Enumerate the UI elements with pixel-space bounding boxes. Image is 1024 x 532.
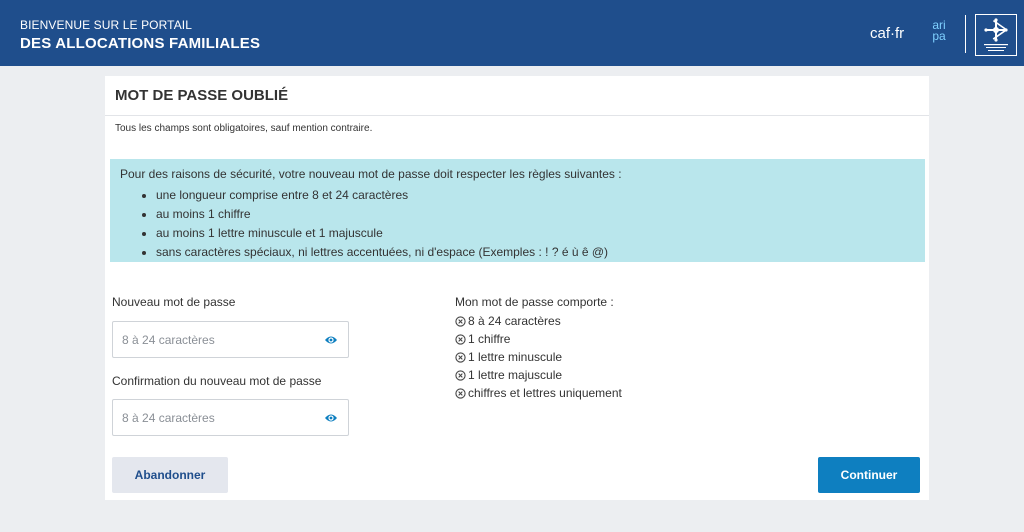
continue-button[interactable]: Continuer — [818, 457, 920, 493]
caf-logo[interactable]: caf·fr — [870, 25, 904, 42]
allocations-familiales-logo-icon[interactable] — [975, 14, 1017, 56]
checklist-title: Mon mot de passe comporte : — [455, 295, 614, 309]
header-welcome: BIENVENUE SUR LE PORTAIL — [20, 18, 193, 32]
rules-list: une longueur comprise entre 8 et 24 cara… — [142, 186, 608, 262]
rule-item: une longueur comprise entre 8 et 24 cara… — [142, 186, 608, 205]
password-checklist: 8 à 24 caractères 1 chiffre 1 lettre min… — [455, 312, 622, 402]
eye-icon[interactable] — [324, 412, 338, 424]
checklist-item-label: 1 chiffre — [468, 332, 511, 346]
new-password-input[interactable] — [114, 323, 314, 356]
circle-x-icon — [455, 333, 466, 345]
rule-item: sans caractères spéciaux, ni lettres acc… — [142, 243, 608, 262]
title-divider — [105, 115, 929, 116]
top-header: BIENVENUE SUR LE PORTAIL DES ALLOCATIONS… — [0, 0, 1024, 66]
confirm-password-label: Confirmation du nouveau mot de passe — [112, 374, 322, 388]
cancel-button[interactable]: Abandonner — [112, 457, 228, 493]
circle-x-icon — [455, 351, 466, 363]
circle-x-icon — [455, 369, 466, 381]
rules-intro: Pour des raisons de sécurité, votre nouv… — [120, 167, 622, 181]
page-title: MOT DE PASSE OUBLIÉ — [115, 87, 289, 104]
checklist-item: 8 à 24 caractères — [455, 312, 622, 330]
header-title: DES ALLOCATIONS FAMILIALES — [20, 35, 261, 52]
new-password-label: Nouveau mot de passe — [112, 295, 236, 309]
rule-item: au moins 1 chiffre — [142, 205, 608, 224]
confirm-password-field — [112, 399, 349, 436]
checklist-item: chiffres et lettres uniquement — [455, 384, 622, 402]
checklist-item-label: chiffres et lettres uniquement — [468, 386, 622, 400]
aripa-logo[interactable]: ari pa — [928, 19, 950, 43]
circle-x-icon — [455, 387, 466, 399]
checklist-item-label: 1 lettre minuscule — [468, 350, 563, 364]
checklist-item-label: 8 à 24 caractères — [468, 314, 561, 328]
checklist-item: 1 lettre minuscule — [455, 348, 622, 366]
checklist-item: 1 chiffre — [455, 330, 622, 348]
checklist-item: 1 lettre majuscule — [455, 366, 622, 384]
logo-divider — [965, 15, 966, 53]
required-fields-note: Tous les champs sont obligatoires, sauf … — [115, 123, 373, 134]
confirm-password-input[interactable] — [114, 401, 314, 434]
rule-item: au moins 1 lettre minuscule et 1 majuscu… — [142, 224, 608, 243]
new-password-field — [112, 321, 349, 358]
checklist-item-label: 1 lettre majuscule — [468, 368, 563, 382]
password-rules-info: Pour des raisons de sécurité, votre nouv… — [110, 159, 925, 262]
aripa-logo-bottom: pa — [932, 29, 946, 43]
forgot-password-card: MOT DE PASSE OUBLIÉ Tous les champs sont… — [105, 76, 929, 500]
eye-icon[interactable] — [324, 334, 338, 346]
circle-x-icon — [455, 315, 466, 327]
